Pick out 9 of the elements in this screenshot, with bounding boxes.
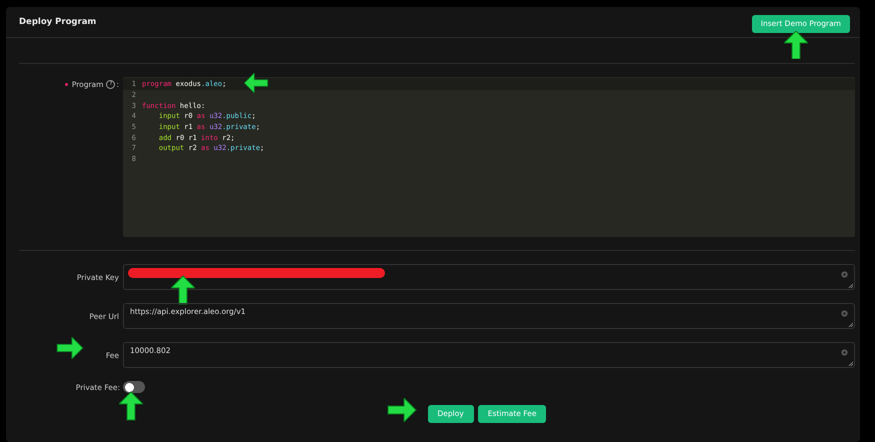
clear-icon[interactable]	[841, 349, 848, 356]
clear-icon[interactable]	[841, 310, 848, 317]
toggle-switch[interactable]	[123, 381, 145, 393]
resize-handle-icon[interactable]	[848, 361, 853, 366]
clear-icon[interactable]	[841, 271, 848, 278]
card-title: Deploy Program	[19, 17, 96, 27]
input-field[interactable]	[123, 264, 855, 290]
resize-handle-icon[interactable]	[848, 322, 853, 327]
resize-handle-icon[interactable]	[848, 283, 853, 288]
